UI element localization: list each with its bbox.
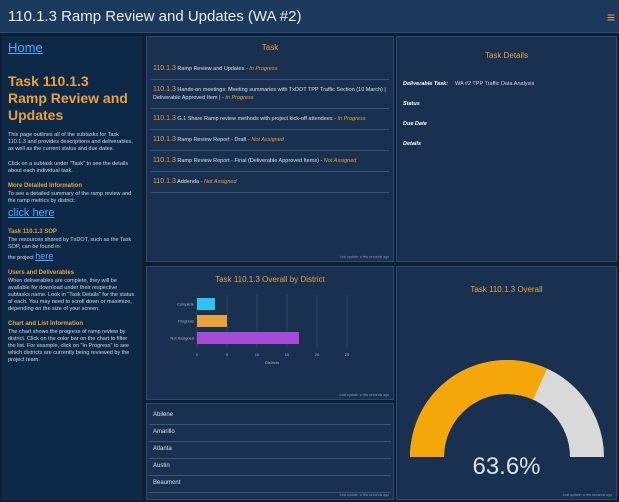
x-tick-label: 10 [255, 352, 260, 357]
task-details-title: Task Details [484, 51, 529, 60]
category-label: Progress [178, 319, 194, 324]
task-number: 110.1.3 [153, 157, 176, 164]
x-tick-label: 0 [196, 352, 199, 357]
bar-complete[interactable] [197, 298, 215, 310]
x-tick-label: 5 [226, 352, 229, 357]
users-text: When deliverables are complete, they wil… [8, 278, 135, 312]
district-list-panel: Abilene Amarillo Atlanta Austin Beaumont Las… [146, 403, 394, 500]
task-status: Not Assigned [323, 158, 357, 164]
bar-not-assigned[interactable] [197, 332, 299, 344]
overall-title: Task 110.1.3 Overall [470, 285, 543, 294]
district-bar-chart[interactable]: 0 5 10 15 20 25 Complete Progress Not Assigned Di… [147, 287, 393, 397]
sop-here-link[interactable]: here [35, 251, 53, 261]
task-text: G.1 Share Ramp review methods with proje… [177, 116, 338, 122]
district-list-item[interactable]: Austin [149, 459, 391, 476]
detail-row: Status [403, 101, 610, 107]
task-number: 110.1.3 [153, 115, 176, 122]
district-list-item[interactable]: Atlanta [149, 442, 391, 459]
district-list-item[interactable]: Amarillo [149, 425, 391, 442]
task-row[interactable]: 110.1.3 G.1 Share Ramp review methods wi… [151, 109, 389, 130]
overall-panel: Task 110.1.3 Overall 63.6% Last update: … [396, 266, 617, 500]
x-axis-label: Districts [265, 360, 279, 365]
category-label: Not Assigned [170, 336, 194, 341]
menu-icon[interactable]: ≡ [607, 9, 615, 25]
sop-link-line: the project here [8, 251, 136, 262]
chart-info-text: The chart shows the progress of ramp rev… [8, 329, 130, 363]
task-row[interactable]: 110.1.3 Ramp Review Report - Final (Deli… [151, 151, 389, 172]
detail-label: Details [403, 141, 422, 147]
task-number: 110.1.3 [153, 86, 176, 93]
x-tick-label: 20 [315, 352, 320, 357]
district-chart-panel: Task 110.1.3 Overall by District 0 5 10 15 2… [146, 266, 394, 400]
x-tick-label: 25 [345, 352, 350, 357]
sop-text-body: The resources shared by TxDOT, such as t… [8, 237, 132, 250]
district-list-item[interactable]: Abilene [149, 408, 391, 425]
task-panel: Task 110.1.3 Ramp Review and Updates - I… [146, 36, 394, 262]
district-chart-title: Task 110.1.3 Overall by District [215, 275, 325, 284]
x-tick-label: 15 [285, 352, 290, 357]
task-text: Addenda - [177, 179, 204, 185]
detail-row: Due Date [403, 121, 610, 127]
overall-attribution: Last update: a few seconds ago [562, 493, 612, 497]
detail-row: Deliverable Task: WA #2 TPP Traffic Data … [403, 81, 610, 87]
task-text: Hands-on meetings: Meeting summaries wit… [153, 87, 386, 101]
sidebar-intro: This page outlines all of the subtasks f… [8, 132, 133, 152]
gauge-fill [410, 360, 548, 458]
users-heading: Users and Deliverables [8, 270, 75, 276]
task-text: Ramp Review Report - Draft - [177, 137, 252, 143]
task-status: Not Assigned [251, 137, 284, 143]
task-status: In Progress [225, 95, 254, 101]
task-status: In Progress [249, 66, 278, 72]
task-details-list: Deliverable Task: WA #2 TPP Traffic Data … [403, 81, 610, 161]
task-details-panel: Task Details Deliverable Task: WA #2 TPP … [396, 36, 617, 262]
sop-heading: Task 110.1.3 SOP [8, 229, 57, 235]
title-bar: 110.1.3 Ramp Review and Updates (WA #2) … [0, 0, 619, 33]
task-status: Not Assigned [204, 179, 237, 185]
category-label: Complete [177, 302, 195, 307]
task-row[interactable]: 110.1.3 Addenda - Not Assigned [151, 172, 389, 193]
sidebar: Home Task 110.1.3 Ramp Review and Update… [2, 36, 142, 500]
detail-label: Status [403, 101, 420, 107]
bar-progress[interactable] [197, 315, 227, 327]
detail-value: WA #2 TPP Traffic Data Analysis [455, 81, 535, 87]
task-number: 110.1.3 [153, 178, 176, 185]
sop-link-prefix: the project [8, 255, 34, 261]
task-list: 110.1.3 Ramp Review and Updates - In Pro… [151, 59, 389, 193]
task-status: In Progress [337, 116, 366, 122]
task-number: 110.1.3 [153, 65, 176, 72]
district-list: Abilene Amarillo Atlanta Austin Beaumont [149, 408, 391, 493]
sop-text: The resources shared by TxDOT, such as t… [8, 237, 136, 251]
task-text: Ramp Review Report - Final (Deliverable … [177, 158, 324, 164]
more-info-text: To see a detailed summary of the ramp re… [8, 191, 132, 204]
more-info-heading: More Detailed Information [8, 183, 83, 189]
district-list-item[interactable]: Beaumont [149, 476, 391, 493]
chart-info-heading: Chart and List Information [8, 321, 83, 327]
task-text: Ramp Review and Updates - [177, 66, 250, 72]
sidebar-click-hint: Click on a subtask under "Task" to see t… [8, 161, 129, 174]
task-panel-attribution: Last update: a few seconds ago [339, 255, 389, 259]
task-row[interactable]: 110.1.3 Ramp Review and Updates - In Pro… [151, 59, 389, 80]
overall-percent-label: 63.6% [472, 453, 541, 480]
sidebar-task-title: Task 110.1.3 Ramp Review and Updates [8, 73, 128, 123]
district-list-attribution: Last update: a few seconds ago [339, 493, 389, 497]
detail-label: Due Date [403, 121, 427, 127]
task-number: 110.1.3 [153, 136, 176, 143]
district-chart-attribution: Last update: a few seconds ago [339, 393, 389, 397]
click-here-link[interactable]: click here [8, 207, 136, 219]
home-link[interactable]: Home [8, 40, 136, 55]
task-row[interactable]: 110.1.3 Ramp Review Report - Draft - Not… [151, 130, 389, 151]
detail-label: Deliverable Task: [403, 81, 449, 87]
detail-row: Details [403, 141, 610, 147]
task-row[interactable]: 110.1.3 Hands-on meetings: Meeting summa… [151, 80, 389, 109]
task-panel-title: Task [261, 43, 279, 52]
app-title: 110.1.3 Ramp Review and Updates (WA #2) [8, 7, 302, 25]
